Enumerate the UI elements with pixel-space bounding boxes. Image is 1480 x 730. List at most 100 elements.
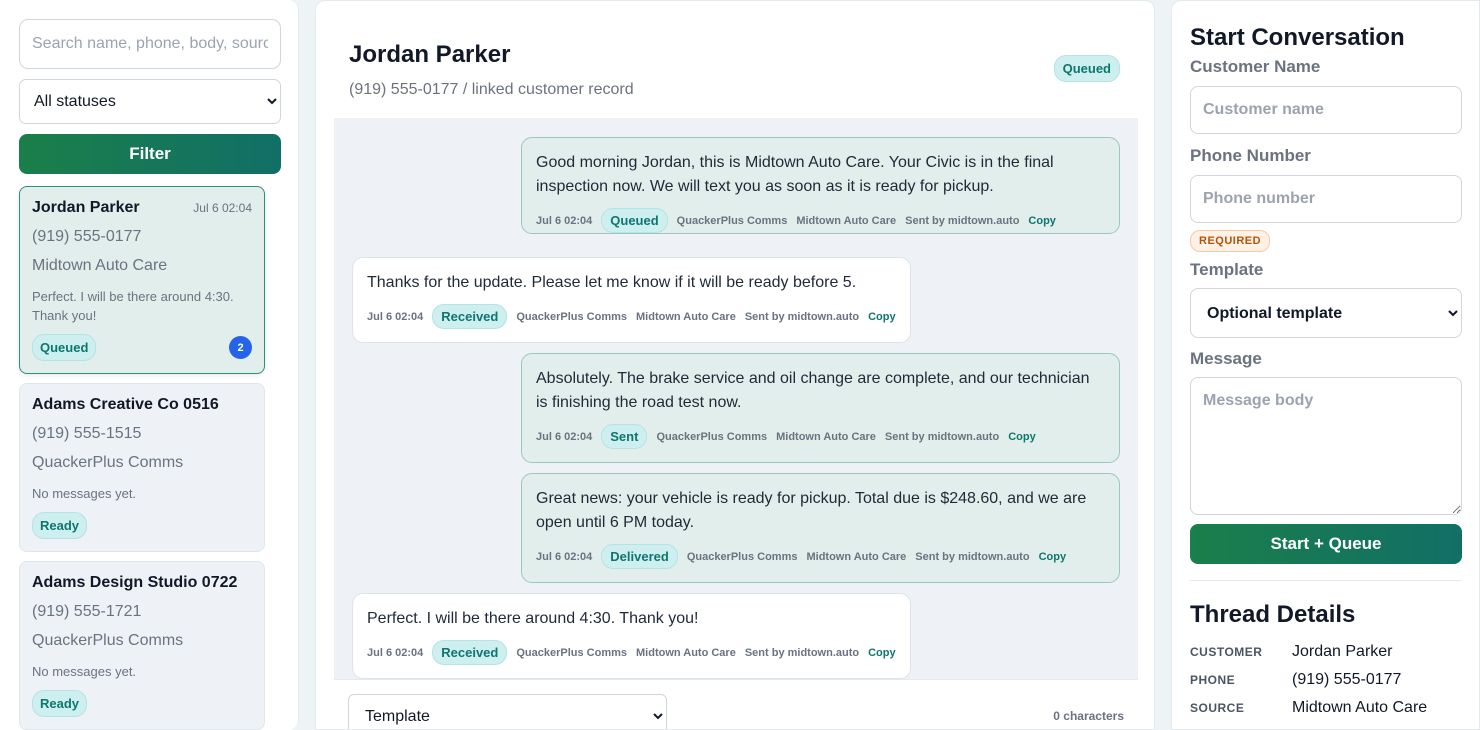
phone-number-label: Phone Number — [1190, 146, 1311, 165]
message-source: Midtown Auto Care — [796, 214, 897, 227]
status-filter-select[interactable]: All statuses — [19, 79, 281, 124]
message-meta: Jul 6 02:04 Received QuackerPlus Comms M… — [367, 640, 896, 665]
conversation-phone: (919) 555-1721 — [32, 603, 142, 620]
copy-message-link[interactable]: Copy — [1008, 431, 1036, 443]
start-queue-button[interactable]: Start + Queue — [1190, 524, 1462, 564]
thread-details-title: Thread Details — [1190, 601, 1356, 628]
copy-message-link[interactable]: Copy — [868, 311, 896, 323]
search-input[interactable] — [19, 19, 281, 69]
copy-message-link[interactable]: Copy — [1039, 551, 1067, 563]
message-status-badge: Received — [432, 304, 508, 329]
message-status-badge: Received — [432, 640, 508, 665]
message-meta: Jul 6 02:04 Received QuackerPlus Comms M… — [367, 304, 896, 329]
message-list[interactable]: Good morning Jordan, this is Midtown Aut… — [334, 118, 1138, 679]
detail-key: PHONE — [1190, 673, 1236, 687]
composer-template-select[interactable]: Template — [348, 694, 667, 729]
template-label: Template — [1190, 260, 1264, 279]
conversation-source: Midtown Auto Care — [32, 257, 168, 274]
message-body: Good morning Jordan, this is Midtown Aut… — [536, 154, 1054, 195]
optional-template-select[interactable]: Optional template — [1190, 288, 1462, 338]
message-sender: Sent by midtown.auto — [905, 214, 1020, 227]
message-time: Jul 6 02:04 — [536, 550, 593, 563]
character-count: 0 characters — [1053, 709, 1124, 723]
message-channel: QuackerPlus Comms — [516, 310, 628, 323]
start-conversation-title: Start Conversation — [1190, 24, 1405, 51]
conversation-preview: Perfect. I will be there around 4:30. Th… — [32, 289, 234, 323]
conversation-preview: No messages yet. — [32, 664, 137, 679]
conversation-name: Adams Design Studio 0722 — [32, 574, 238, 591]
message-body: Thanks for the update. Please let me kno… — [367, 274, 857, 291]
message-body: Perfect. I will be there around 4:30. Th… — [367, 610, 699, 627]
detail-key: SOURCE — [1190, 701, 1245, 715]
start-conversation-panel: Start Conversation Customer Name Phone N… — [1171, 0, 1480, 730]
customer-name-input[interactable] — [1190, 86, 1462, 134]
message-sender: Sent by midtown.auto — [915, 550, 1030, 563]
message-channel: QuackerPlus Comms — [676, 214, 788, 227]
message-status-badge: Queued — [601, 208, 668, 233]
message-source: Midtown Auto Care — [636, 310, 736, 323]
required-badge: REQUIRED — [1190, 230, 1271, 252]
message-label: Message — [1190, 349, 1262, 368]
detail-row-phone: PHONE (919) 555-0177 — [1190, 671, 1460, 689]
message-body: Great news: your vehicle is ready for pi… — [536, 490, 1087, 531]
customer-name-label: Customer Name — [1190, 57, 1321, 76]
conversation-sidebar: All statuses Filter Jordan Parker Jul 6 … — [0, 0, 299, 730]
conversation-item-adams-creative[interactable]: Adams Creative Co 0516 (919) 555-1515 Qu… — [19, 383, 265, 552]
message-channel: QuackerPlus Comms — [516, 646, 628, 659]
conversation-list: Jordan Parker Jul 6 02:04 (919) 555-0177… — [19, 186, 280, 730]
thread-subtitle: (919) 555-0177 / linked customer record — [349, 81, 634, 98]
conversation-preview: No messages yet. — [32, 486, 137, 501]
detail-row-source: SOURCE Midtown Auto Care — [1190, 699, 1460, 717]
conversation-item-adams-design[interactable]: Adams Design Studio 0722 (919) 555-1721 … — [19, 561, 265, 730]
message-bubble-outgoing: Good morning Jordan, this is Midtown Aut… — [521, 137, 1120, 234]
message-sender: Sent by midtown.auto — [884, 430, 1000, 443]
conversation-phone: (919) 555-1515 — [32, 425, 142, 442]
message-time: Jul 6 02:04 — [536, 214, 593, 227]
phone-number-input[interactable] — [1190, 175, 1462, 223]
filter-button[interactable]: Filter — [19, 134, 281, 174]
detail-value: Jordan Parker — [1292, 643, 1393, 660]
message-status-badge: Delivered — [601, 544, 678, 569]
conversation-date: Jul 6 02:04 — [193, 201, 252, 215]
message-sender: Sent by midtown.auto — [744, 310, 860, 323]
conversation-source: QuackerPlus Comms — [32, 632, 184, 649]
message-bubble-outgoing: Great news: your vehicle is ready for pi… — [521, 473, 1120, 583]
thread-header: Jordan Parker (919) 555-0177 / linked cu… — [316, 1, 1154, 118]
conversation-phone: (919) 555-0177 — [32, 228, 142, 245]
message-sender: Sent by midtown.auto — [744, 646, 860, 659]
thread-title: Jordan Parker — [349, 41, 511, 68]
message-bubble-outgoing: Absolutely. The brake service and oil ch… — [521, 353, 1120, 463]
unread-count-badge: 2 — [229, 336, 252, 359]
conversation-name: Adams Creative Co 0516 — [32, 396, 219, 413]
conversation-source: QuackerPlus Comms — [32, 454, 184, 471]
message-meta: Jul 6 02:04 Queued QuackerPlus Comms Mid… — [536, 208, 1105, 233]
message-channel: QuackerPlus Comms — [656, 430, 768, 443]
message-meta: Jul 6 02:04 Sent QuackerPlus Comms Midto… — [536, 424, 1105, 449]
message-source: Midtown Auto Care — [806, 550, 907, 563]
message-time: Jul 6 02:04 — [367, 310, 424, 323]
message-source: Midtown Auto Care — [636, 646, 736, 659]
message-body: Absolutely. The brake service and oil ch… — [536, 370, 1090, 411]
conversation-item-jordan-parker[interactable]: Jordan Parker Jul 6 02:04 (919) 555-0177… — [19, 186, 265, 374]
status-badge: Ready — [32, 690, 88, 717]
message-status-badge: Sent — [601, 424, 648, 449]
message-source: Midtown Auto Care — [776, 430, 876, 443]
conversation-name: Jordan Parker — [32, 199, 140, 216]
message-time: Jul 6 02:04 — [536, 430, 593, 443]
message-meta: Jul 6 02:04 Delivered QuackerPlus Comms … — [536, 544, 1105, 569]
message-time: Jul 6 02:04 — [367, 646, 424, 659]
detail-value: (919) 555-0177 — [1292, 671, 1402, 688]
detail-key: CUSTOMER — [1190, 645, 1263, 659]
message-bubble-incoming: Perfect. I will be there around 4:30. Th… — [352, 593, 911, 679]
status-badge: Queued — [32, 334, 97, 361]
detail-row-customer: CUSTOMER Jordan Parker — [1190, 643, 1460, 661]
thread-panel: Jordan Parker (919) 555-0177 / linked cu… — [315, 0, 1155, 730]
message-bubble-incoming: Thanks for the update. Please let me kno… — [352, 257, 911, 343]
thread-details-list: CUSTOMER Jordan Parker PHONE (919) 555-0… — [1190, 643, 1460, 717]
copy-message-link[interactable]: Copy — [1028, 215, 1056, 227]
message-channel: QuackerPlus Comms — [686, 550, 798, 563]
detail-value: Midtown Auto Care — [1292, 699, 1428, 716]
divider — [1190, 580, 1462, 581]
copy-message-link[interactable]: Copy — [868, 647, 896, 659]
message-body-textarea[interactable] — [1190, 377, 1462, 515]
